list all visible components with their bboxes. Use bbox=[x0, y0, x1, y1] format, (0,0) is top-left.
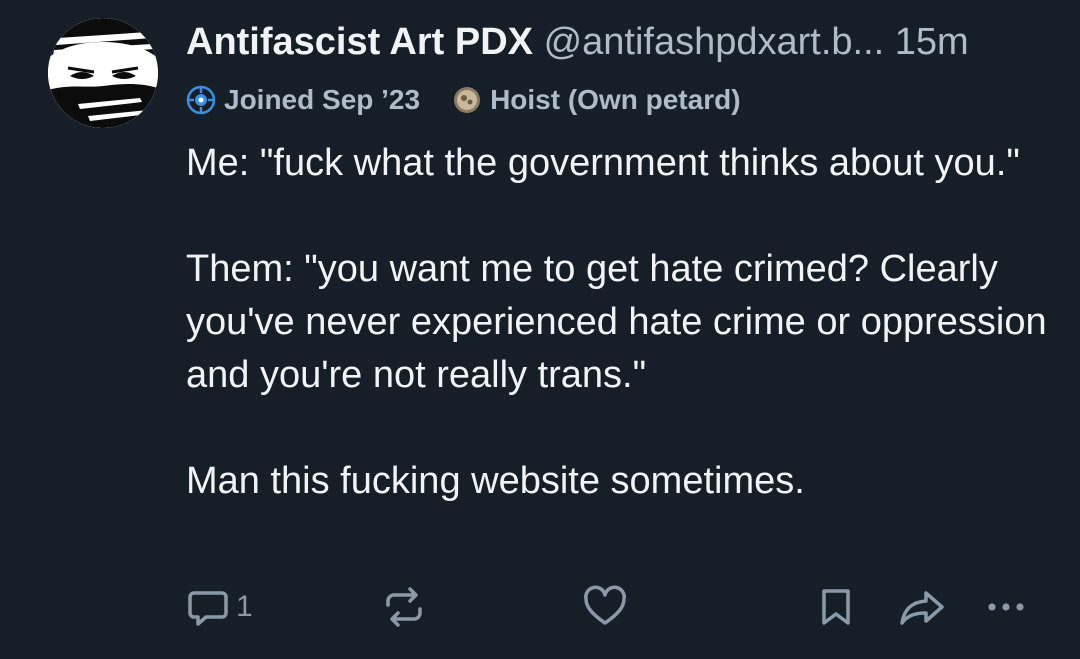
post-paragraph-2: Them: "you want me to get hate crimed? C… bbox=[186, 248, 1047, 396]
hoist-badge[interactable]: Hoist (Own petard) bbox=[452, 82, 741, 118]
bookmark-button[interactable] bbox=[816, 582, 856, 632]
reply-count: 1 bbox=[236, 590, 253, 623]
paragraph-spacer bbox=[186, 402, 1056, 455]
author-badges: Joined Sep ’23 Hoist (Own petard) bbox=[186, 82, 741, 118]
petard-badge-icon bbox=[454, 87, 481, 113]
author-display-name[interactable]: Antifascist Art PDX bbox=[186, 21, 533, 63]
post-header: Antifascist Art PDX @antifashpdxart.b...… bbox=[186, 18, 1066, 66]
heart-icon bbox=[584, 585, 626, 625]
author-handle[interactable]: @antifashpdxart.b... bbox=[544, 21, 885, 63]
share-arrow-icon bbox=[900, 591, 944, 625]
bookmark-icon bbox=[822, 589, 850, 625]
post-body: Me: "fuck what the government thinks abo… bbox=[186, 137, 1056, 508]
post-paragraph-3: Man this fucking website sometimes. bbox=[186, 460, 805, 502]
reply-icon bbox=[188, 591, 228, 626]
joined-badge-label: Joined Sep ’23 bbox=[224, 84, 421, 115]
joined-badge[interactable]: Joined Sep ’23 bbox=[186, 82, 420, 118]
post-card: Antifascist Art PDX @antifashpdxart.b...… bbox=[0, 0, 1080, 659]
more-dots-icon bbox=[988, 603, 1024, 611]
post-paragraph-1: Me: "fuck what the government thinks abo… bbox=[186, 142, 1020, 184]
share-button[interactable] bbox=[898, 582, 946, 632]
like-button[interactable] bbox=[582, 582, 628, 632]
paragraph-spacer bbox=[186, 190, 1056, 243]
reply-button[interactable]: 1 bbox=[186, 582, 253, 632]
repost-button[interactable] bbox=[382, 582, 426, 632]
author-avatar[interactable] bbox=[48, 18, 158, 128]
hoist-badge-label: Hoist (Own petard) bbox=[490, 84, 741, 115]
masked-face-avatar-icon bbox=[48, 18, 158, 128]
more-options-button[interactable] bbox=[984, 582, 1028, 632]
repost-icon bbox=[386, 587, 422, 627]
post-actions: 1 bbox=[186, 582, 1046, 632]
globe-badge-icon bbox=[186, 85, 216, 115]
post-timestamp[interactable]: 15m bbox=[895, 21, 969, 63]
